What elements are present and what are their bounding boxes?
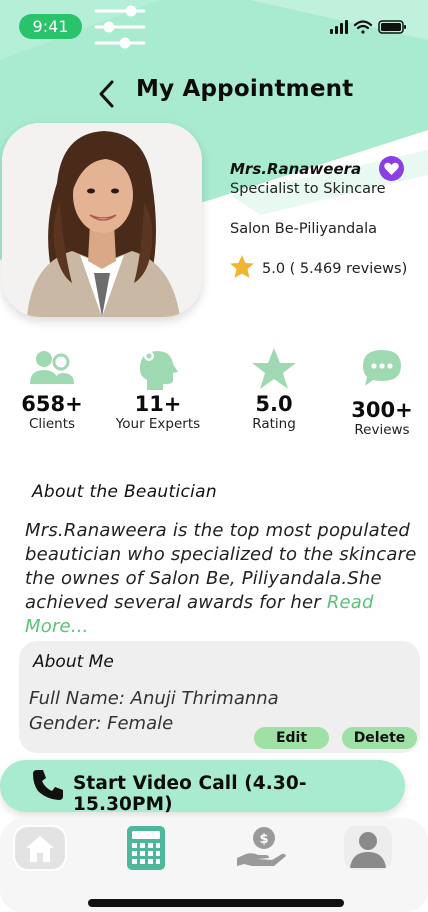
gender-text: Gender: Female <box>29 713 174 734</box>
about-title: About the Beautician <box>32 482 217 502</box>
home-icon <box>13 825 67 871</box>
stat-clients: 658+ Clients <box>0 346 107 432</box>
rating-summary: 5.0 ( 5.469 reviews) <box>262 261 408 277</box>
stat-rating: 5.0 Rating <box>219 346 329 432</box>
specialty-text: Specialist to Skincare <box>230 181 386 197</box>
nav-home[interactable] <box>12 824 68 872</box>
beautician-name: Mrs.Ranaweera <box>230 160 362 178</box>
about-text: Mrs.Ranaweera is the top most populated … <box>25 519 417 639</box>
call-label: Start Video Call (4.30-15.30PM) <box>73 773 307 815</box>
rating-label: Rating <box>252 416 296 432</box>
phone-icon <box>33 770 63 800</box>
experts-label: Your Experts <box>115 416 201 432</box>
star-icon <box>252 348 296 389</box>
chat-bubble-icon <box>363 350 401 386</box>
sliders-icon[interactable] <box>93 3 147 51</box>
bottom-nav: $ <box>0 818 428 912</box>
svg-text:$: $ <box>259 832 268 847</box>
star-icon <box>230 255 254 278</box>
salon-name: Salon Be-Piliyandala <box>230 221 378 237</box>
back-button[interactable] <box>96 78 118 110</box>
rating-value: 5.0 <box>255 392 293 416</box>
page-title: My Appointment <box>136 76 354 102</box>
start-video-call-button[interactable]: Start Video Call (4.30-15.30PM) <box>0 760 405 815</box>
portrait-image <box>2 123 202 317</box>
stat-experts: 11+ Your Experts <box>103 346 213 432</box>
favorite-heart-icon[interactable] <box>379 156 404 181</box>
reviews-label: Reviews <box>354 422 410 438</box>
status-icons <box>330 20 406 34</box>
clients-label: Clients <box>28 416 76 432</box>
reviews-value: 300+ <box>351 398 413 422</box>
nav-calculator[interactable] <box>118 824 174 872</box>
phone-screen: 9:41 My Appointment Mrs.Ranaweera Specia… <box>0 0 428 912</box>
signal-icon <box>330 20 348 34</box>
about-me-title: About Me <box>33 652 114 672</box>
battery-icon <box>378 20 406 34</box>
expert-head-icon <box>139 351 178 390</box>
clients-value: 658+ <box>21 392 83 416</box>
time-indicator: 9:41 <box>19 14 82 39</box>
delete-button[interactable]: Delete <box>342 727 417 749</box>
users-icon <box>30 351 74 384</box>
stat-reviews: 300+ Reviews <box>327 346 428 438</box>
about-me-card: About Me Full Name: Anuji Thrimanna Gend… <box>19 641 420 753</box>
home-indicator[interactable] <box>88 899 344 907</box>
wifi-icon <box>353 20 373 34</box>
payment-hand-icon: $ <box>237 827 286 866</box>
experts-value: 11+ <box>134 392 182 416</box>
full-name-text: Full Name: Anuji Thrimanna <box>29 688 279 709</box>
edit-button[interactable]: Edit <box>254 727 329 749</box>
profile-icon <box>344 826 392 870</box>
nav-profile[interactable] <box>340 824 396 872</box>
nav-payment[interactable]: $ <box>232 824 288 872</box>
avatar <box>2 123 202 317</box>
calculator-icon <box>127 826 165 870</box>
